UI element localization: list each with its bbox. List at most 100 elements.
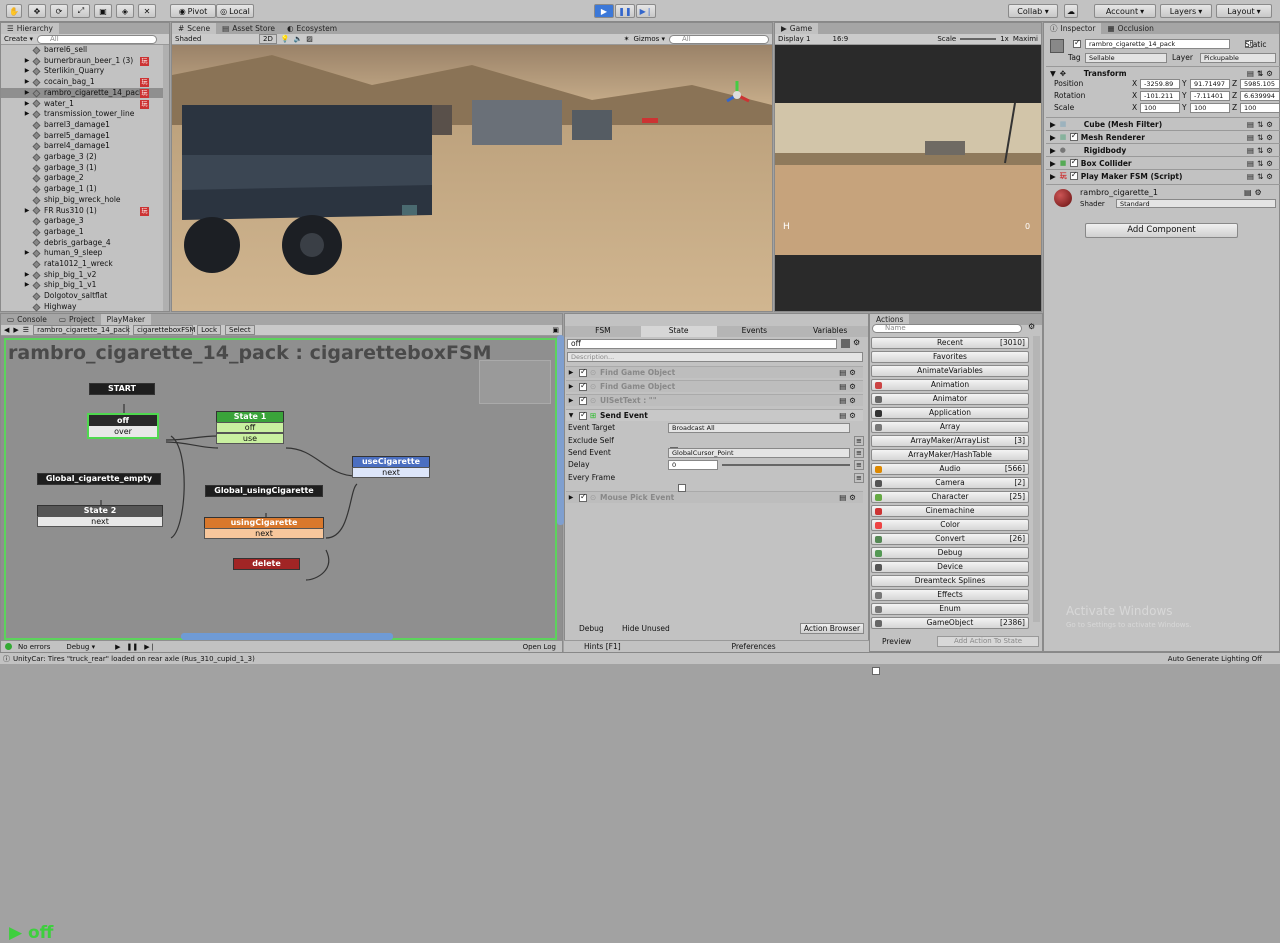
action-category-button[interactable]: Camera [2] (871, 477, 1029, 489)
gizmos-dropdown[interactable]: Gizmos ▾ (633, 35, 665, 43)
preferences-button[interactable]: Preferences (722, 641, 870, 652)
action-enabled-checkbox[interactable] (579, 492, 587, 502)
expand-arrow-icon[interactable]: ▶ (21, 77, 33, 88)
forward-arrow-icon[interactable]: ▶ (13, 326, 18, 334)
state-name-input[interactable]: off (567, 339, 837, 349)
status-message[interactable]: UnityCar: Tires "truck_rear" loaded on r… (13, 655, 255, 663)
tab-ecosystem[interactable]: ◐ Ecosystem (281, 23, 343, 34)
aspect-dropdown[interactable]: 16:9 (832, 35, 848, 43)
play-button[interactable]: ▶ (594, 4, 614, 18)
transform-header[interactable]: ▼ ✥ Transform ▤⇅⚙ (1046, 66, 1280, 79)
account-dropdown[interactable]: Account ▾ (1094, 4, 1156, 18)
expand-arrow-icon[interactable]: ▶ (21, 206, 33, 217)
effects-icon[interactable]: ▨ (306, 35, 313, 43)
preview-checkbox[interactable] (872, 667, 880, 675)
hierarchy-item[interactable]: ▶ water_1 玩 (1, 99, 167, 110)
action-category-button[interactable]: Character [25] (871, 491, 1029, 503)
component-menu-icons[interactable]: ▤⇅⚙ (1247, 172, 1276, 181)
usecigarette-event-next[interactable]: next (352, 467, 430, 478)
state-off-event[interactable]: over (89, 426, 157, 437)
tab-inspector[interactable]: ⓘ Inspector (1044, 23, 1102, 34)
position-y-input[interactable]: 91.71497 (1190, 79, 1230, 89)
hierarchy-item[interactable]: ▶ FR Rus310 (1) 玩 (1, 206, 167, 217)
action-menu-icons[interactable]: ▤⚙ (839, 382, 859, 391)
action-category-button[interactable]: Audio [566] (871, 463, 1029, 475)
action-category-button[interactable]: ArrayMaker/ArrayList [3] (871, 435, 1029, 447)
pivot-toggle[interactable]: ◉ Pivot (170, 4, 216, 18)
global-usingcigarette-node[interactable]: Global_usingCigarette (205, 485, 323, 497)
tab-hierarchy[interactable]: ☰ Hierarchy (1, 23, 59, 34)
debug-play-icon[interactable]: ▶ (115, 643, 120, 651)
gameobject-selector[interactable]: rambro_cigarette_14_pack (33, 325, 130, 335)
action-category-button[interactable]: Favorites (871, 351, 1029, 363)
create-dropdown[interactable]: Create ▾ (4, 35, 33, 43)
action-enabled-checkbox[interactable] (579, 381, 587, 391)
maximize-on-play-toggle[interactable]: Maximi (1013, 35, 1038, 43)
variable-toggle-icon[interactable]: ≡ (854, 473, 864, 483)
back-arrow-icon[interactable]: ◀ (4, 326, 9, 334)
position-z-input[interactable]: 5985.105 (1240, 79, 1280, 89)
scene-search-input[interactable]: All (669, 34, 769, 44)
state-action-header[interactable]: ▶ ⊙Find Game Object ▤⚙ (566, 380, 863, 392)
component-menu-icons[interactable]: ▤⇅⚙ (1247, 69, 1276, 78)
hierarchy-item[interactable]: barrel3_damage1 (1, 120, 167, 131)
delete-node[interactable]: delete (233, 558, 300, 570)
tab-asset-store[interactable]: ▤ Asset Store (216, 23, 281, 34)
custom-tool-icon[interactable]: ✕ (138, 4, 156, 18)
global-cigarette-empty-node[interactable]: Global_cigarette_empty (37, 473, 161, 485)
state-description-input[interactable]: Description... (567, 352, 863, 362)
camera-settings-icon[interactable]: ✶ (624, 35, 630, 43)
start-node[interactable]: START (89, 383, 155, 395)
state-off-node[interactable]: off over (87, 413, 159, 439)
errors-label[interactable]: No errors (18, 643, 50, 651)
2d-toggle[interactable]: 2D (259, 34, 277, 44)
layers-dropdown[interactable]: Layers ▾ (1160, 4, 1212, 18)
action-category-button[interactable]: AnimateVariables (871, 365, 1029, 377)
component-header[interactable]: ▶玩 Play Maker FSM (Script) ▤⇅⚙ (1046, 169, 1280, 182)
debug-pause-icon[interactable]: ❚❚ (127, 643, 139, 651)
state2-event-next[interactable]: next (37, 516, 163, 527)
state1-event-use[interactable]: use (216, 433, 284, 444)
action-category-button[interactable]: Dreamteck Splines (871, 575, 1029, 587)
state-color-swatch[interactable] (841, 339, 850, 348)
rect-tool-icon[interactable]: ▣ (94, 4, 112, 18)
display-dropdown[interactable]: Display 1 (778, 35, 810, 43)
usingcigarette-event-next[interactable]: next (204, 528, 324, 539)
tab-fsm[interactable]: FSM (565, 326, 641, 337)
hierarchy-item[interactable]: garbage_1 (1, 227, 167, 238)
hierarchy-item[interactable]: garbage_3 (2) (1, 152, 167, 163)
action-category-button[interactable]: Cinemachine (871, 505, 1029, 517)
debug-dropdown[interactable]: Debug ▾ (66, 643, 95, 651)
scale-y-input[interactable]: 100 (1190, 103, 1230, 113)
add-component-button[interactable]: Add Component (1085, 223, 1238, 238)
expand-arrow-icon[interactable]: ▶ (21, 99, 33, 110)
graph-horizontal-scrollbar[interactable] (181, 633, 393, 640)
variable-toggle-icon[interactable]: ≡ (854, 460, 864, 470)
scale-tool-icon[interactable]: ⤢ (72, 4, 90, 18)
add-action-to-state-button[interactable]: Add Action To State (937, 636, 1039, 647)
action-category-button[interactable]: Device (871, 561, 1029, 573)
action-category-button[interactable]: Application (871, 407, 1029, 419)
hierarchy-scrollbar[interactable] (163, 45, 169, 311)
tab-events[interactable]: Events (716, 326, 793, 337)
hierarchy-item[interactable]: Dolgotov_saltflat (1, 291, 167, 302)
variable-toggle-icon[interactable]: ≡ (854, 448, 864, 458)
component-enabled-checkbox[interactable] (1069, 170, 1078, 180)
action-menu-icons[interactable]: ▤⚙ (839, 493, 859, 502)
action-category-button[interactable]: Array (871, 421, 1029, 433)
state-settings-icon[interactable]: ⚙ (853, 338, 860, 347)
action-category-button[interactable]: Animator (871, 393, 1029, 405)
action-category-button[interactable]: Enum (871, 603, 1029, 615)
hierarchy-item[interactable]: ▶ human_9_sleep (1, 248, 167, 259)
delay-slider[interactable] (722, 464, 850, 466)
rotation-x-input[interactable]: -101.211 (1140, 91, 1180, 101)
hand-tool-icon[interactable]: ✋ (6, 4, 22, 18)
hierarchy-item[interactable]: garbage_3 (1, 216, 167, 227)
tag-dropdown[interactable]: Sellable (1085, 53, 1167, 63)
state1-event-off[interactable]: off (216, 422, 284, 433)
send-event-field-checkbox[interactable] (678, 484, 686, 492)
hierarchy-item[interactable]: ▶ burnerbraun_beer_1 (3) 玩 (1, 56, 167, 67)
layout-dropdown[interactable]: Layout ▾ (1216, 4, 1272, 18)
hints-button[interactable]: Hints [F1] (564, 641, 722, 652)
component-header[interactable]: ▶▦ Mesh Renderer ▤⇅⚙ (1046, 130, 1280, 143)
